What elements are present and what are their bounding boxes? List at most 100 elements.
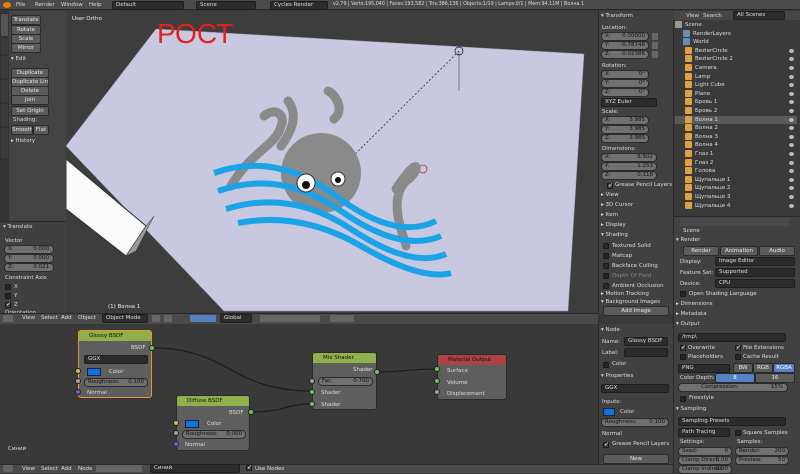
depth-16-button[interactable]: 16 bbox=[755, 373, 795, 383]
flat-button[interactable]: Flat bbox=[33, 125, 49, 135]
visibility-eye-icon[interactable] bbox=[789, 117, 794, 122]
glossy-bsdf-node[interactable]: Glossy BSDF BSDF GGX Color Roughness: 0.1… bbox=[78, 330, 152, 398]
ambient-occlusion-checkbox[interactable] bbox=[603, 283, 609, 289]
scale-x-field[interactable]: X: 3.985 bbox=[601, 116, 649, 125]
depth-of-field-checkbox[interactable] bbox=[603, 273, 609, 279]
visibility-eye-icon[interactable] bbox=[789, 143, 794, 148]
visibility-eye-icon[interactable] bbox=[789, 74, 794, 79]
node-grease-pencil-checkbox[interactable] bbox=[603, 441, 609, 448]
matcap-checkbox[interactable] bbox=[603, 253, 609, 259]
visibility-eye-icon[interactable] bbox=[789, 195, 794, 199]
depth-8-button[interactable]: 8 bbox=[715, 373, 755, 383]
integrator-select[interactable]: Path Tracing bbox=[678, 428, 730, 437]
lock-location-x-icon[interactable] bbox=[652, 33, 658, 40]
outliner-item[interactable]: BezierCircle 2 bbox=[675, 55, 797, 63]
cache-result-checkbox[interactable] bbox=[735, 354, 741, 360]
outliner-item[interactable]: Щупальце 1 bbox=[675, 175, 797, 184]
scale-y-field[interactable]: Y: 3.985 bbox=[601, 125, 649, 134]
glossy-color-socket[interactable] bbox=[75, 368, 81, 374]
mix-fac-field[interactable]: Fac: 0.700 bbox=[318, 377, 373, 386]
output-path-field[interactable]: /tmp\ bbox=[678, 333, 786, 342]
visibility-eye-icon[interactable] bbox=[789, 109, 794, 113]
use-nodes-checkbox[interactable] bbox=[246, 464, 252, 471]
grease-pencil-layers-panel[interactable]: Grease Pencil Layers bbox=[615, 181, 672, 190]
visibility-eye-icon[interactable] bbox=[789, 152, 794, 156]
join-button[interactable]: Join bbox=[11, 95, 49, 105]
layer-buttons[interactable] bbox=[260, 315, 320, 322]
rgb-button[interactable]: RGB bbox=[753, 363, 773, 373]
location-z-field[interactable]: Z: 0.02386 bbox=[601, 50, 649, 59]
outliner-item[interactable]: Глаз 1 bbox=[675, 150, 797, 158]
new-layer-button[interactable]: New bbox=[603, 454, 669, 464]
add-image-button[interactable]: Add Image bbox=[603, 306, 669, 316]
vector-x-field[interactable]: X: 0.000 bbox=[4, 245, 54, 254]
node-properties-panel[interactable]: ▾ Properties bbox=[601, 372, 633, 381]
tab-animation[interactable] bbox=[1, 80, 8, 102]
outliner-item[interactable]: Plane bbox=[675, 89, 797, 98]
mix-shader-input-2-socket[interactable] bbox=[309, 401, 315, 407]
node-editor-type-icon[interactable] bbox=[3, 465, 13, 472]
visibility-eye-icon[interactable] bbox=[789, 169, 794, 174]
diffuse-roughness-socket[interactable] bbox=[173, 430, 179, 436]
placeholders-checkbox[interactable] bbox=[680, 354, 686, 360]
node-menu-node[interactable]: Node bbox=[78, 465, 92, 473]
outliner-item[interactable]: Light Cube bbox=[675, 81, 797, 89]
output-panel-title[interactable]: ▾ Output bbox=[676, 320, 700, 329]
glossy-roughness-field[interactable]: Roughness: 0.100 bbox=[84, 378, 148, 387]
outliner-item[interactable]: Волна 2 bbox=[675, 124, 797, 132]
visibility-eye-icon[interactable] bbox=[789, 160, 794, 165]
diffuse-color-swatch[interactable] bbox=[185, 420, 199, 428]
visibility-eye-icon[interactable] bbox=[789, 134, 794, 139]
scene-select[interactable]: Scene bbox=[196, 1, 256, 10]
feature-set-select[interactable]: Supported bbox=[715, 268, 795, 277]
material-output-node[interactable]: Material Output Surface Volume Displacem… bbox=[437, 354, 507, 400]
node-name-field[interactable]: Glossy BSDF bbox=[624, 337, 668, 346]
grease-pencil-layers-checkbox[interactable] bbox=[607, 182, 613, 189]
visibility-eye-icon[interactable] bbox=[789, 100, 794, 105]
compression-slider[interactable]: Compression: 15% bbox=[678, 383, 788, 392]
view-panel-title[interactable]: ▸ View bbox=[601, 191, 619, 200]
transform-panel-title[interactable]: ▾ Transform bbox=[601, 12, 633, 21]
mix-fac-socket[interactable] bbox=[309, 378, 315, 384]
file-format-select[interactable]: PNG bbox=[678, 364, 730, 373]
outliner-item[interactable]: Бровь 1 bbox=[675, 98, 797, 106]
rotation-z-field[interactable]: Z: 0° bbox=[601, 88, 649, 97]
animation-button[interactable]: Animation bbox=[720, 246, 758, 256]
diffuse-bsdf-node[interactable]: Diffuse BSDF BSDF Color Roughness: 0.000 … bbox=[176, 395, 250, 451]
node-panel-title[interactable]: ▾ Node bbox=[601, 326, 620, 335]
viewport-menu-view[interactable]: View bbox=[22, 314, 35, 322]
glossy-bsdf-output-socket[interactable] bbox=[149, 345, 155, 351]
vector-y-field[interactable]: Y: 0.000 bbox=[4, 254, 54, 263]
manipulator-icon[interactable] bbox=[190, 315, 216, 322]
node-menu-select[interactable]: Select bbox=[41, 465, 58, 473]
clamp-direct-field[interactable]: Clamp Direct: 0.00 bbox=[678, 456, 732, 465]
outliner-item[interactable]: Волна 3 bbox=[675, 132, 797, 141]
node-menu-view[interactable]: View bbox=[22, 465, 35, 473]
osl-checkbox[interactable] bbox=[680, 291, 686, 297]
rotation-y-field[interactable]: Y: 0° bbox=[601, 79, 649, 88]
render-samples-field[interactable]: Render: 200 bbox=[735, 447, 789, 456]
sampling-presets-select[interactable]: Sampling Presets bbox=[678, 417, 786, 426]
edit-panel-title[interactable]: ▾ Edit bbox=[11, 55, 26, 64]
visibility-eye-icon[interactable] bbox=[789, 126, 794, 131]
scale-z-field[interactable]: Z: 3.985 bbox=[601, 134, 649, 143]
lock-location-y-icon[interactable] bbox=[652, 42, 658, 49]
freestyle-checkbox[interactable] bbox=[680, 396, 686, 402]
preview-samples-field[interactable]: Preview: 50 bbox=[735, 456, 789, 465]
node-label-field[interactable] bbox=[624, 348, 668, 357]
display-select[interactable]: Image Editor bbox=[715, 257, 795, 266]
freestyle-panel-title[interactable]: Freestyle bbox=[689, 394, 714, 403]
menu-render[interactable]: Render bbox=[35, 1, 55, 9]
overwrite-checkbox[interactable] bbox=[680, 344, 686, 351]
mirror-button[interactable]: Mirror bbox=[11, 43, 41, 53]
shader-type-icons[interactable] bbox=[96, 465, 142, 472]
metadata-panel-title[interactable]: ▸ Metadata bbox=[676, 310, 707, 319]
outliner-item[interactable]: Бровь 2 bbox=[675, 107, 797, 115]
lock-location-z-icon[interactable] bbox=[652, 51, 658, 58]
seed-field[interactable]: Seed: 0 bbox=[678, 447, 732, 456]
viewport-menu-add[interactable]: Add bbox=[61, 314, 72, 322]
3d-cursor-panel-title[interactable]: ▸ 3D Cursor bbox=[601, 201, 633, 210]
displacement-input-socket[interactable] bbox=[434, 389, 440, 395]
snap-icon[interactable] bbox=[330, 315, 354, 322]
render-panel-title[interactable]: ▾ Render bbox=[676, 236, 700, 245]
